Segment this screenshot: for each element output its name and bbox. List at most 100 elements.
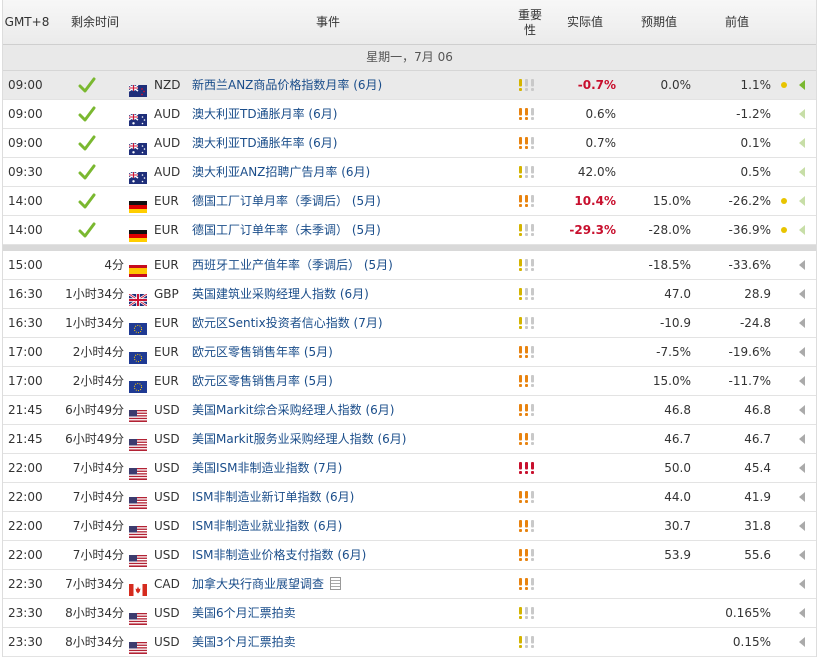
event-name-link[interactable]: ISM非制造业就业指数 (6月) — [192, 512, 342, 540]
actual-value — [551, 425, 616, 453]
expand-arrow-icon[interactable] — [799, 608, 805, 618]
previous-value: 46.7 — [744, 432, 771, 446]
expand-arrow-icon[interactable] — [799, 225, 805, 235]
actual-value — [551, 541, 616, 569]
table-row[interactable]: 09:00 NZD 新西兰ANZ商品价格指数月率 (6月) -0.7% 0.0% 1.1% — [3, 71, 816, 100]
actual-value — [551, 628, 616, 656]
currency-code: USD — [154, 461, 180, 475]
previous-value: -24.8 — [739, 316, 771, 330]
table-row[interactable]: 22:00 7小时4分 USD ISM非制造业价格支付指数 (6月) 53.9 55.6 — [3, 541, 816, 570]
expand-arrow-icon[interactable] — [799, 637, 805, 647]
table-row[interactable]: 15:00 4分 EUR 西班牙工业产值年率（季调后） (5月) -18.5% -33.6… — [3, 251, 816, 280]
table-row[interactable]: 22:00 7小时4分 USD 美国ISM非制造业指数 (7月) 50.0 45.4 — [3, 454, 816, 483]
remaining-time: 7小时4分 — [72, 548, 124, 562]
event-name: 美国Markit服务业采购经理人指数 (6月) — [192, 432, 407, 446]
col-remaining-time: 剩余时间 — [70, 15, 119, 29]
table-row[interactable]: 22:00 7小时4分 USD ISM非制造业新订单指数 (6月) 44.0 41.9 — [3, 483, 816, 512]
actual-value — [551, 570, 616, 598]
expand-arrow-icon[interactable] — [799, 196, 805, 206]
forecast-value: 53.9 — [664, 548, 691, 562]
event-name-link[interactable]: 加拿大央行商业展望调查 — [192, 570, 342, 598]
col-actual: 实际值 — [566, 15, 603, 29]
expand-arrow-icon[interactable] — [799, 109, 805, 119]
released-check-icon — [78, 216, 102, 244]
importance-icon — [515, 483, 539, 511]
expand-arrow-icon[interactable] — [799, 289, 805, 299]
expand-arrow-icon[interactable] — [799, 347, 805, 357]
flag-au-icon — [128, 166, 147, 184]
table-row[interactable]: 09:30 AUD 澳大利亚ANZ招聘广告月率 (6月) 42.0% 0.5% — [3, 158, 816, 187]
expand-arrow-icon[interactable] — [799, 260, 805, 270]
event-name-link[interactable]: 美国Markit服务业采购经理人指数 (6月) — [192, 425, 406, 453]
table-row[interactable]: 21:45 6小时49分 USD 美国Markit服务业采购经理人指数 (6月) 46.… — [3, 425, 816, 454]
table-row[interactable]: 14:00 EUR 德国工厂订单年率（未季调） (5月) -29.3% -28.0% -3… — [3, 216, 816, 245]
forecast-value: 15.0% — [652, 374, 691, 388]
revised-dot-icon — [781, 198, 787, 204]
expand-arrow-icon[interactable] — [799, 521, 805, 531]
event-name-link[interactable]: 德国工厂订单年率（未季调） (5月) — [192, 216, 381, 244]
importance-icon — [515, 129, 539, 157]
event-name-link[interactable]: 美国ISM非制造业指数 (7月) — [192, 454, 342, 482]
event-name-link[interactable]: 美国6个月汇票拍卖 — [192, 599, 296, 627]
forecast-value: 46.7 — [664, 432, 691, 446]
released-check-icon — [78, 100, 102, 128]
previous-value: 0.15% — [732, 635, 771, 649]
revised-dot-icon — [781, 227, 787, 233]
expand-arrow-icon[interactable] — [799, 405, 805, 415]
event-name-link[interactable]: 西班牙工业产值年率（季调后） (5月) — [192, 251, 393, 279]
table-row[interactable]: 21:45 6小时49分 USD 美国Markit综合采购经理人指数 (6月) 46.8… — [3, 396, 816, 425]
table-row[interactable]: 14:00 EUR 德国工厂订单月率（季调后） (5月) 10.4% 15.0% -26.… — [3, 187, 816, 216]
forecast-value: 47.0 — [664, 287, 691, 301]
table-row[interactable]: 16:30 1小时34分 EUR 欧元区Sentix投资者信心指数 (7月) -10.9… — [3, 309, 816, 338]
expand-arrow-icon[interactable] — [799, 167, 805, 177]
table-row[interactable]: 23:30 8小时34分 USD 美国6个月汇票拍卖 0.165% — [3, 599, 816, 628]
expand-arrow-icon[interactable] — [799, 80, 805, 90]
flag-us-icon — [129, 462, 147, 480]
table-row[interactable]: 17:00 2小时4分 EUR 欧元区零售销售年率 (5月) -7.5% -19.6% — [3, 338, 816, 367]
event-name-link[interactable]: 澳大利亚ANZ招聘广告月率 (6月) — [192, 158, 370, 186]
expand-arrow-icon[interactable] — [799, 376, 805, 386]
event-name-link[interactable]: ISM非制造业新订单指数 (6月) — [192, 483, 354, 511]
event-time: 14:00 — [8, 223, 43, 237]
event-time: 15:00 — [8, 258, 43, 272]
flag-de-icon — [129, 224, 147, 242]
expand-arrow-icon[interactable] — [799, 579, 805, 589]
remaining-time: 6小时49分 — [65, 403, 124, 417]
flag-us-icon — [129, 607, 147, 625]
expand-arrow-icon[interactable] — [799, 138, 805, 148]
flag-nz-icon — [128, 79, 147, 97]
table-row[interactable]: 16:30 1小时34分 GBP 英国建筑业采购经理人指数 (6月) 47.0 28.9 — [3, 280, 816, 309]
col-timezone[interactable]: GMT+8 — [3, 0, 51, 45]
expand-arrow-icon[interactable] — [799, 318, 805, 328]
event-name-link[interactable]: 德国工厂订单月率（季调后） (5月) — [192, 187, 381, 215]
event-name-link[interactable]: 澳大利亚TD通胀月率 (6月) — [192, 100, 337, 128]
event-name-link[interactable]: 欧元区Sentix投资者信心指数 (7月) — [192, 309, 383, 337]
currency-code: USD — [154, 519, 180, 533]
event-name-link[interactable]: ISM非制造业价格支付指数 (6月) — [192, 541, 366, 569]
event-time: 14:00 — [8, 194, 43, 208]
table-row[interactable]: 09:00 AUD 澳大利亚TD通胀月率 (6月) 0.6% -1.2% — [3, 100, 816, 129]
event-name-link[interactable]: 新西兰ANZ商品价格指数月率 (6月) — [192, 71, 382, 99]
table-row[interactable]: 23:30 8小时34分 USD 美国3个月汇票拍卖 0.15% — [3, 628, 816, 657]
released-check-icon — [78, 129, 102, 157]
event-name-link[interactable]: 欧元区零售销售年率 (5月) — [192, 338, 333, 366]
event-name-link[interactable]: 澳大利亚TD通胀年率 (6月) — [192, 129, 337, 157]
actual-value — [551, 599, 616, 627]
event-name-link[interactable]: 美国Markit综合采购经理人指数 (6月) — [192, 396, 394, 424]
forecast-value: -28.0% — [648, 223, 691, 237]
currency-code: USD — [154, 548, 180, 562]
event-name-link[interactable]: 英国建筑业采购经理人指数 (6月) — [192, 280, 369, 308]
event-name-link[interactable]: 欧元区零售销售月率 (5月) — [192, 367, 333, 395]
document-icon[interactable] — [330, 577, 342, 590]
table-row[interactable]: 09:00 AUD 澳大利亚TD通胀年率 (6月) 0.7% 0.1% — [3, 129, 816, 158]
expand-arrow-icon[interactable] — [799, 463, 805, 473]
actual-value: 0.6% — [585, 107, 617, 121]
table-row[interactable]: 22:00 7小时4分 USD ISM非制造业就业指数 (6月) 30.7 31.8 — [3, 512, 816, 541]
table-row[interactable]: 17:00 2小时4分 EUR 欧元区零售销售月率 (5月) 15.0% -11.7% — [3, 367, 816, 396]
expand-arrow-icon[interactable] — [799, 550, 805, 560]
event-name-link[interactable]: 美国3个月汇票拍卖 — [192, 628, 296, 656]
expand-arrow-icon[interactable] — [799, 434, 805, 444]
flag-es-icon — [129, 259, 147, 277]
expand-arrow-icon[interactable] — [799, 492, 805, 502]
table-row[interactable]: 22:30 7小时34分 CAD 加拿大央行商业展望调查 — [3, 570, 816, 599]
